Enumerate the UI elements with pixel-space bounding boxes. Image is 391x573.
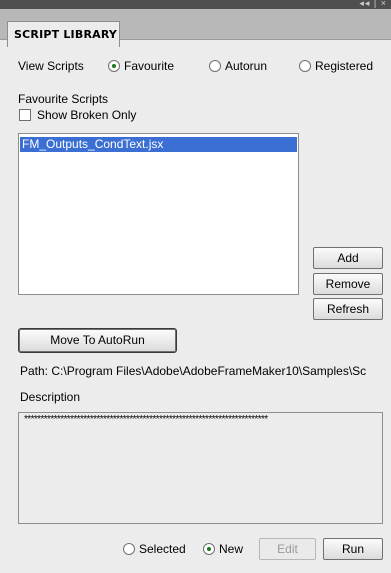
view-scripts-label: View Scripts: [18, 59, 84, 73]
description-text: ****************************************…: [24, 414, 268, 425]
show-broken-label[interactable]: Show Broken Only: [37, 108, 136, 122]
autorun-radio-label[interactable]: Autorun: [225, 59, 267, 73]
favourite-scripts-list[interactable]: FM_Outputs_CondText.jsx: [18, 133, 299, 295]
refresh-button[interactable]: Refresh: [313, 298, 383, 320]
autorun-radio[interactable]: [209, 60, 221, 72]
move-to-autorun-button[interactable]: Move To AutoRun: [18, 328, 177, 353]
selected-radio-label[interactable]: Selected: [139, 542, 186, 556]
favourite-radio-label[interactable]: Favourite: [124, 59, 174, 73]
remove-button[interactable]: Remove: [313, 273, 383, 295]
panel-controls[interactable]: ◂◂ | ×: [359, 0, 387, 9]
registered-radio-label[interactable]: Registered: [315, 59, 373, 73]
panel-titlebar: ◂◂ | ×: [0, 0, 391, 9]
tab-script-library[interactable]: SCRIPT LIBRARY: [7, 21, 120, 47]
favourite-radio[interactable]: [108, 60, 120, 72]
new-radio[interactable]: [203, 543, 215, 555]
show-broken-checkbox[interactable]: [19, 109, 31, 121]
new-radio-label[interactable]: New: [219, 542, 243, 556]
selected-radio[interactable]: [123, 543, 135, 555]
description-label: Description: [20, 390, 81, 404]
edit-button[interactable]: Edit: [259, 538, 316, 560]
list-item[interactable]: FM_Outputs_CondText.jsx: [20, 137, 297, 152]
run-button[interactable]: Run: [323, 538, 383, 560]
favourite-scripts-header: Favourite Scripts: [18, 92, 109, 106]
description-box[interactable]: ****************************************…: [18, 412, 383, 524]
add-button[interactable]: Add: [313, 247, 383, 269]
tab-strip: SCRIPT LIBRARY: [0, 9, 391, 47]
script-library-panel: ◂◂ | × SCRIPT LIBRARY View Scripts Favou…: [0, 0, 391, 573]
registered-radio[interactable]: [299, 60, 311, 72]
script-path: Path: C:\Program Files\Adobe\AdobeFrameM…: [20, 364, 367, 378]
